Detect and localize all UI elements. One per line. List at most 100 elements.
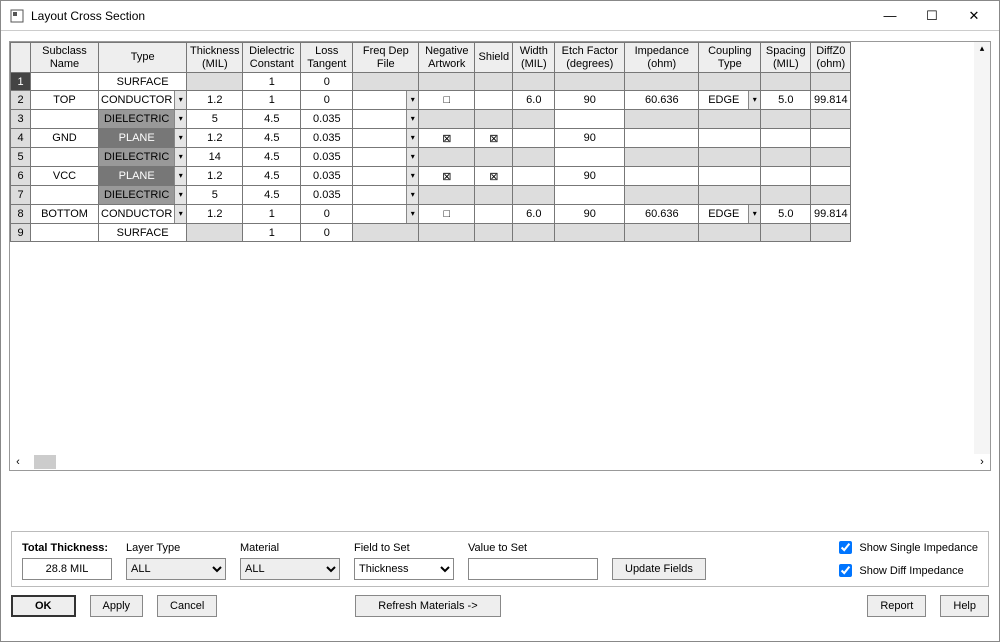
- col-header[interactable]: Type: [99, 43, 187, 73]
- coupling-type-cell[interactable]: [699, 224, 761, 242]
- shield-cell[interactable]: [475, 148, 513, 167]
- dropdown-icon[interactable]: ▾: [174, 205, 186, 223]
- coupling-type-cell[interactable]: [699, 129, 761, 148]
- update-fields-button[interactable]: Update Fields: [612, 558, 706, 580]
- dropdown-icon[interactable]: ▾: [174, 167, 186, 185]
- col-header[interactable]: Spacing(MIL): [761, 43, 811, 73]
- col-header[interactable]: Shield: [475, 43, 513, 73]
- thickness-cell[interactable]: 14: [187, 148, 243, 167]
- negative-artwork-cell[interactable]: [419, 148, 475, 167]
- dielectric-constant-cell[interactable]: 4.5: [243, 129, 301, 148]
- coupling-type-cell[interactable]: EDGE▾: [699, 205, 761, 224]
- width-cell[interactable]: 6.0: [513, 205, 555, 224]
- etch-factor-cell[interactable]: 90: [555, 129, 625, 148]
- shield-cell[interactable]: [475, 73, 513, 91]
- row-header[interactable]: 4: [11, 129, 31, 148]
- diffz0-cell[interactable]: 99.814: [811, 205, 851, 224]
- freq-dep-file-cell[interactable]: ▾: [353, 110, 419, 129]
- row-header[interactable]: 5: [11, 148, 31, 167]
- dielectric-constant-cell[interactable]: 4.5: [243, 186, 301, 205]
- table-row[interactable]: 9SURFACE10: [11, 224, 851, 242]
- ok-button[interactable]: OK: [11, 595, 76, 617]
- impedance-cell[interactable]: 60.636: [625, 91, 699, 110]
- show-single-impedance-checkbox[interactable]: Show Single Impedance: [835, 538, 978, 557]
- width-cell[interactable]: 6.0: [513, 91, 555, 110]
- width-cell[interactable]: [513, 167, 555, 186]
- diffz0-cell[interactable]: 99.814: [811, 91, 851, 110]
- spacing-cell[interactable]: [761, 167, 811, 186]
- dielectric-constant-cell[interactable]: 4.5: [243, 148, 301, 167]
- value-to-set-input[interactable]: [468, 558, 598, 580]
- shield-cell[interactable]: [475, 110, 513, 129]
- dropdown-icon[interactable]: ▾: [406, 110, 418, 128]
- col-header[interactable]: DiffZ0(ohm): [811, 43, 851, 73]
- subclass-name[interactable]: [31, 224, 99, 242]
- dropdown-icon[interactable]: ▾: [748, 91, 760, 109]
- freq-dep-file-cell[interactable]: ▾: [353, 91, 419, 110]
- loss-tangent-cell[interactable]: 0.035: [301, 129, 353, 148]
- impedance-cell[interactable]: [625, 110, 699, 129]
- dielectric-constant-cell[interactable]: 4.5: [243, 167, 301, 186]
- table-row[interactable]: 3DIELECTRIC▾54.50.035▾: [11, 110, 851, 129]
- row-header[interactable]: 9: [11, 224, 31, 242]
- negative-artwork-cell[interactable]: □: [419, 205, 475, 224]
- etch-factor-cell[interactable]: [555, 110, 625, 129]
- dielectric-constant-cell[interactable]: 1: [243, 73, 301, 91]
- thickness-cell[interactable]: 5: [187, 186, 243, 205]
- diffz0-cell[interactable]: [811, 110, 851, 129]
- type-cell[interactable]: PLANE▾: [99, 167, 187, 186]
- freq-dep-file-cell[interactable]: ▾: [353, 167, 419, 186]
- stackup-table[interactable]: SubclassNameTypeThickness(MIL)Dielectric…: [10, 42, 851, 242]
- row-header[interactable]: 2: [11, 91, 31, 110]
- etch-factor-cell[interactable]: 90: [555, 205, 625, 224]
- maximize-button[interactable]: ☐: [911, 2, 953, 30]
- loss-tangent-cell[interactable]: 0: [301, 73, 353, 91]
- negative-artwork-cell[interactable]: [419, 110, 475, 129]
- table-row[interactable]: 8BOTTOMCONDUCTOR▾1.210▾□6.09060.636EDGE▾…: [11, 205, 851, 224]
- row-header[interactable]: 1: [11, 73, 31, 91]
- row-header[interactable]: 3: [11, 110, 31, 129]
- dielectric-constant-cell[interactable]: 1: [243, 205, 301, 224]
- shield-cell[interactable]: [475, 205, 513, 224]
- horizontal-scrollbar[interactable]: ‹›: [10, 454, 990, 470]
- loss-tangent-cell[interactable]: 0.035: [301, 186, 353, 205]
- dielectric-constant-cell[interactable]: 1: [243, 91, 301, 110]
- thickness-cell[interactable]: [187, 73, 243, 91]
- negative-artwork-cell[interactable]: [419, 186, 475, 205]
- impedance-cell[interactable]: [625, 73, 699, 91]
- coupling-type-cell[interactable]: [699, 186, 761, 205]
- thickness-cell[interactable]: 1.2: [187, 91, 243, 110]
- subclass-name[interactable]: BOTTOM: [31, 205, 99, 224]
- coupling-type-cell[interactable]: [699, 110, 761, 129]
- spacing-cell[interactable]: [761, 148, 811, 167]
- width-cell[interactable]: [513, 186, 555, 205]
- col-header[interactable]: SubclassName: [31, 43, 99, 73]
- refresh-materials-button[interactable]: Refresh Materials ->: [355, 595, 500, 617]
- spacing-cell[interactable]: 5.0: [761, 205, 811, 224]
- impedance-cell[interactable]: 60.636: [625, 205, 699, 224]
- loss-tangent-cell[interactable]: 0.035: [301, 167, 353, 186]
- dropdown-icon[interactable]: ▾: [406, 148, 418, 166]
- table-row[interactable]: 4GNDPLANE▾1.24.50.035▾⊠⊠90: [11, 129, 851, 148]
- thickness-cell[interactable]: 1.2: [187, 129, 243, 148]
- negative-artwork-cell[interactable]: □: [419, 91, 475, 110]
- freq-dep-file-cell[interactable]: ▾: [353, 186, 419, 205]
- impedance-cell[interactable]: [625, 148, 699, 167]
- loss-tangent-cell[interactable]: 0.035: [301, 148, 353, 167]
- thickness-cell[interactable]: 1.2: [187, 167, 243, 186]
- coupling-type-cell[interactable]: [699, 73, 761, 91]
- dropdown-icon[interactable]: ▾: [748, 205, 760, 223]
- shield-cell[interactable]: [475, 91, 513, 110]
- loss-tangent-cell[interactable]: 0: [301, 91, 353, 110]
- coupling-type-cell[interactable]: [699, 148, 761, 167]
- impedance-cell[interactable]: [625, 167, 699, 186]
- dropdown-icon[interactable]: ▾: [406, 129, 418, 147]
- field-to-set-select[interactable]: Thickness: [354, 558, 454, 580]
- subclass-name[interactable]: [31, 73, 99, 91]
- freq-dep-file-cell[interactable]: ▾: [353, 129, 419, 148]
- col-header[interactable]: Freq DepFile: [353, 43, 419, 73]
- type-cell[interactable]: PLANE▾: [99, 129, 187, 148]
- spacing-cell[interactable]: [761, 224, 811, 242]
- total-thickness-field[interactable]: [22, 558, 112, 580]
- col-header[interactable]: LossTangent: [301, 43, 353, 73]
